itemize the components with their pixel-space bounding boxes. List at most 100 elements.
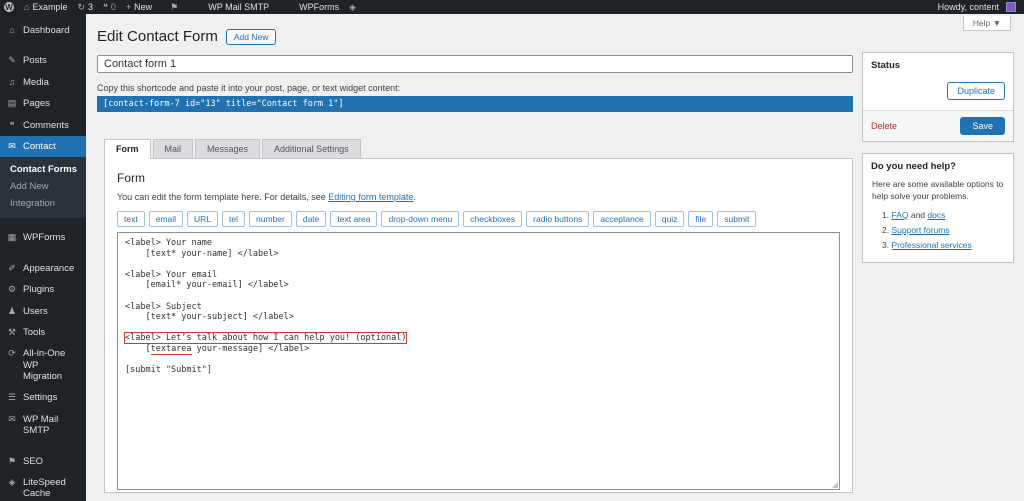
tag-button-text[interactable]: text: [117, 211, 145, 227]
tag-button-submit[interactable]: submit: [717, 211, 757, 227]
chevron-down-icon: ▼: [992, 18, 1001, 28]
list-number: 1.: [882, 209, 890, 220]
sidebar-item-plugins[interactable]: ⚙ Plugins: [0, 279, 86, 300]
tag-button-number[interactable]: number: [249, 211, 292, 227]
faq-link[interactable]: FAQ: [891, 210, 908, 220]
delete-link[interactable]: Delete: [871, 121, 897, 131]
help-dropdown-button[interactable]: Help ▼: [962, 16, 1011, 31]
editing-form-template-link[interactable]: Editing form template: [328, 192, 413, 202]
sidebar-item-label: Comments: [23, 119, 69, 131]
contact-submenu: Contact Forms Add New Integration: [0, 157, 86, 219]
status-box-title: Status: [871, 60, 901, 71]
help-item-3: 3. Professional services: [882, 240, 1004, 250]
updates-icon: ↻: [77, 1, 85, 12]
tag-button-checkboxes[interactable]: checkboxes: [463, 211, 523, 227]
support-forums-link[interactable]: Support forums: [891, 225, 949, 235]
updates-link[interactable]: ↻ 3: [77, 2, 93, 12]
tab-messages[interactable]: Messages: [195, 139, 261, 159]
tag-button-email[interactable]: email: [148, 211, 184, 227]
tab-mail[interactable]: Mail: [152, 139, 194, 159]
appearance-icon: ✐: [8, 262, 16, 273]
wp-logo-menu[interactable]: W: [4, 2, 14, 12]
panel-description: You can edit the form template here. For…: [117, 192, 840, 202]
sidebar-item-label: Pages: [23, 98, 50, 110]
tag-button-quiz[interactable]: quiz: [654, 211, 685, 227]
wp-mail-smtp-menu[interactable]: ⚑: [170, 2, 178, 12]
avatar: [1006, 2, 1016, 12]
sidebar-item-pages[interactable]: ▤ Pages: [0, 93, 86, 114]
sidebar-item-settings[interactable]: ☰ Settings: [0, 387, 86, 408]
tag-button-acceptance[interactable]: acceptance: [593, 211, 651, 227]
highlighted-label-line: <label> Let’s talk about how I can help …: [125, 333, 407, 344]
settings-icon: ☰: [7, 392, 17, 403]
site-name-link[interactable]: ⌂ Example: [24, 2, 67, 12]
sidebar-item-label: Contact: [23, 140, 56, 152]
sidebar-item-wpforms[interactable]: ▦ WPForms: [0, 227, 86, 248]
sidebar-item-contact[interactable]: ✉ Contact: [0, 135, 86, 158]
form-title-input[interactable]: [97, 55, 853, 73]
save-button[interactable]: Save: [960, 117, 1005, 135]
help-item-1: 1. FAQ and docs: [882, 210, 1004, 220]
tag-button-tel[interactable]: tel: [222, 211, 246, 227]
sidebar-item-label: Settings: [23, 392, 58, 404]
sidebar-item-dashboard[interactable]: ⌂ Dashboard: [0, 20, 86, 41]
sidebar-item-label: SEO: [23, 455, 44, 467]
list-number: 2.: [882, 224, 890, 235]
tag-button-drop-down-menu[interactable]: drop-down menu: [381, 211, 460, 227]
form-template-code: <label> Your name [text* your-name] </la…: [125, 238, 832, 376]
right-column: Status Duplicate Delete Save Do you need…: [862, 52, 1014, 493]
sidebar-item-appearance[interactable]: ✐ Appearance: [0, 258, 86, 279]
help-box-title: Do you need help?: [871, 161, 956, 172]
form-template-textarea[interactable]: <label> Your name [text* your-name] </la…: [117, 232, 840, 490]
updates-count: 3: [88, 2, 94, 12]
new-content-menu[interactable]: + New: [126, 2, 152, 12]
professional-services-link[interactable]: Professional services: [891, 240, 971, 250]
sidebar-item-media[interactable]: ♫ Media: [0, 72, 86, 93]
tab-additional-settings[interactable]: Additional Settings: [262, 139, 361, 159]
duplicate-button[interactable]: Duplicate: [947, 82, 1005, 100]
comments-link[interactable]: ❝ 0: [103, 2, 116, 12]
sidebar-item-litespeed[interactable]: ◈ LiteSpeed Cache: [0, 472, 86, 501]
sidebar-item-ai1wm[interactable]: ⟳ All-in-One WP Migration: [0, 343, 86, 387]
new-label: New: [134, 2, 153, 12]
sidebar-item-label: Tools: [23, 326, 46, 338]
home-icon: ⌂: [24, 1, 30, 12]
description-text: You can edit the form template here. For…: [117, 192, 329, 202]
pages-icon: ▤: [7, 98, 17, 109]
tab-form[interactable]: Form: [104, 139, 151, 159]
plugins-icon: ⚙: [7, 284, 17, 295]
envelope-icon: ✉: [8, 140, 16, 151]
submenu-item-integration[interactable]: Integration: [0, 195, 86, 212]
add-new-button[interactable]: Add New: [225, 28, 277, 45]
comments-count: 0: [110, 2, 116, 12]
my-account-menu[interactable]: Howdy, content: [938, 2, 1016, 12]
tag-button-text-area[interactable]: text area: [330, 211, 378, 227]
dashboard-icon: ⌂: [9, 25, 15, 35]
sidebar-item-label: Users: [23, 305, 48, 317]
tag-button-date[interactable]: date: [295, 211, 327, 227]
tag-button-file[interactable]: file: [688, 211, 714, 227]
list-text: and: [908, 209, 928, 220]
seo-diamond-menu[interactable]: ◈: [349, 2, 356, 12]
tag-button-url[interactable]: URL: [187, 211, 219, 227]
submenu-item-contact-forms[interactable]: Contact Forms: [0, 161, 86, 178]
howdy-text: Howdy, content: [937, 2, 999, 12]
sidebar-item-users[interactable]: ♟ Users: [0, 301, 86, 322]
sidebar-item-seo[interactable]: ⚑ SEO: [0, 451, 86, 472]
sidebar-item-wp-mail-smtp[interactable]: ✉ WP Mail SMTP: [0, 409, 86, 442]
sidebar-item-comments[interactable]: ❝ Comments: [0, 115, 86, 136]
shortcode-input[interactable]: [contact-form-7 id="13" title="Contact f…: [97, 96, 853, 112]
sidebar-item-tools[interactable]: ⚒ Tools: [0, 322, 86, 343]
media-icon: ♫: [8, 76, 16, 87]
submenu-item-add-new[interactable]: Add New: [0, 178, 86, 195]
form-editor: Form Mail Messages Additional Settings F…: [104, 138, 853, 493]
sidebar-item-label: Posts: [23, 55, 47, 67]
wpforms-menu[interactable]: WPForms: [299, 2, 339, 12]
docs-link[interactable]: docs: [927, 210, 945, 220]
list-number: 3.: [882, 239, 890, 250]
sidebar-item-posts[interactable]: ✎ Posts: [0, 50, 86, 71]
sidebar-item-label: Plugins: [23, 284, 55, 296]
wp-mail-smtp-label-menu[interactable]: WP Mail SMTP: [208, 2, 269, 12]
tag-button-radio-buttons[interactable]: radio buttons: [526, 211, 590, 227]
sidebar-item-label: Media: [23, 76, 49, 88]
